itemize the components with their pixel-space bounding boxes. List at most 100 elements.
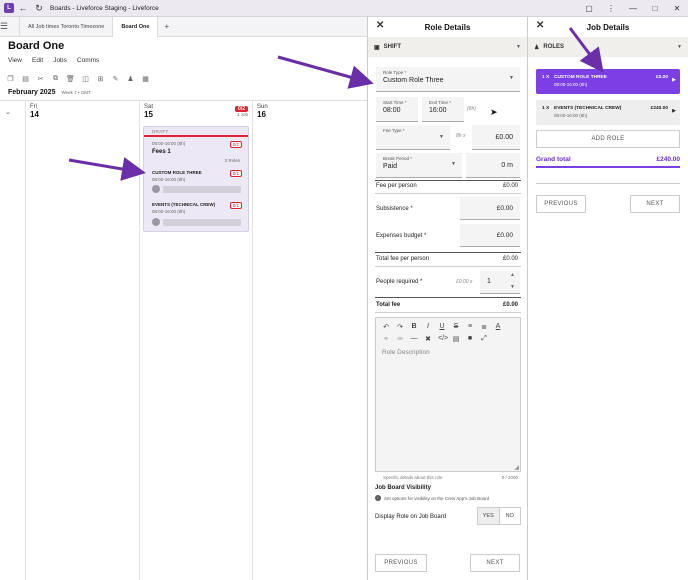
fee-per-person-label: Fee per person: [376, 183, 417, 189]
job-card[interactable]: DRAFT 08:00-16:00 (8h) 0/2 Fees 1 2 Role…: [143, 126, 249, 232]
role-item-events-technical-crew[interactable]: 1 X EVENTS (TECHNICAL CREW) 08:00-16:00 …: [536, 100, 680, 125]
role-item-custom-role-three[interactable]: 1 X CUSTOM ROLE THREE 08:00-16:00 (8h) £…: [536, 69, 680, 94]
break-period-select[interactable]: Break Period * Paid ▼: [376, 153, 462, 178]
role-details-panel: ✕ Role Details ▣ SHIFT ▼ Role Type * Cus…: [367, 17, 528, 580]
redo-icon[interactable]: ↷: [396, 323, 404, 331]
break-minutes-input[interactable]: 0 m: [466, 153, 520, 178]
shift-section[interactable]: ▣ SHIFT ▼: [368, 37, 527, 57]
numbered-list-icon[interactable]: ≣: [480, 323, 488, 331]
role-staffing-badge: 0/1: [229, 202, 242, 209]
menu-comms[interactable]: Comms: [77, 57, 99, 64]
edit-pencil-icon[interactable]: ✎: [111, 75, 120, 83]
month-label[interactable]: February 2025: [8, 89, 55, 96]
chevron-down-icon[interactable]: ⌄: [5, 108, 11, 116]
job-roles-count: 2 Roles: [224, 158, 240, 163]
role-time: 08:00-16:00 (8h): [152, 177, 186, 182]
tab-board-one[interactable]: Board One: [113, 16, 159, 37]
minimize-icon[interactable]: —: [622, 4, 644, 13]
calendar-icon[interactable]: ▦: [141, 75, 150, 83]
status-line: [144, 135, 248, 137]
job-previous-button[interactable]: PREVIOUS: [536, 195, 586, 213]
start-time-field[interactable]: Start Time * 08:00: [376, 97, 418, 122]
reload-icon[interactable]: ↻: [32, 1, 46, 15]
underline-icon[interactable]: U: [438, 323, 446, 331]
yes-button[interactable]: YES: [478, 508, 500, 524]
editor-toolbar-row2: ⚭ ⚮ — ✖ </> ▤ ■ ⤢: [382, 335, 488, 343]
menu-view[interactable]: View: [8, 57, 22, 64]
job-count: 1 Job: [236, 112, 248, 117]
close-icon[interactable]: ✕: [536, 20, 544, 31]
no-button[interactable]: NO: [499, 508, 520, 524]
role-time: 08:00-16:00 (8h): [152, 209, 186, 214]
expenses-input[interactable]: £0.00: [460, 224, 520, 247]
fee-type-select[interactable]: Fee Type * ▼: [376, 125, 450, 150]
maximize-icon[interactable]: □: [644, 4, 666, 13]
video-icon[interactable]: ■: [466, 335, 474, 343]
horizontal-rule-icon[interactable]: —: [410, 335, 418, 343]
previous-button[interactable]: PREVIOUS: [375, 554, 427, 572]
undo-icon[interactable]: ↶: [382, 323, 390, 331]
fullscreen-icon[interactable]: ⤢: [480, 335, 488, 343]
role-time: 08:00-16:00 (8h): [554, 113, 588, 118]
clear-format-icon[interactable]: ✖: [424, 335, 432, 343]
assign-user-icon[interactable]: ♟: [126, 75, 135, 83]
link-icon[interactable]: ⚭: [382, 335, 390, 343]
crew-slot[interactable]: [163, 186, 241, 193]
end-time-field[interactable]: End Time * 16:00: [422, 97, 464, 122]
field-label: Break Period *: [383, 156, 413, 161]
more-options-icon[interactable]: ⋮: [600, 4, 622, 13]
duplicate-icon[interactable]: ⧉: [51, 75, 60, 83]
fee-amount-input[interactable]: £0.00: [472, 125, 520, 150]
duration-label: (8h): [467, 106, 476, 112]
day-column-sun[interactable]: Sun 16: [253, 101, 367, 580]
add-role-button[interactable]: ADD ROLE: [536, 130, 680, 148]
close-icon[interactable]: ✕: [376, 20, 384, 31]
cut-icon[interactable]: ✂: [36, 75, 45, 83]
bold-icon[interactable]: B: [410, 323, 418, 331]
add-tab-icon[interactable]: +: [158, 22, 175, 31]
tab-all-job-times[interactable]: All Job times Toronto Timezone: [20, 16, 114, 37]
calendar-gutter: ⌄: [0, 101, 26, 580]
delete-icon[interactable]: 🗑: [66, 75, 75, 83]
board-toolbar: ❐ ▤ ✂ ⧉ 🗑 ◫ ⊞ ✎ ♟ ▦: [6, 73, 366, 85]
code-icon[interactable]: </>: [438, 335, 448, 343]
description-placeholder: Role Description: [382, 349, 430, 356]
role-title[interactable]: EVENTS (TECHNICAL CREW): [152, 202, 215, 207]
stepper-down-icon[interactable]: ▼: [510, 284, 515, 290]
field-value: £0.00: [495, 134, 513, 141]
expenses-label: Expenses budget *: [376, 233, 427, 239]
unlink-icon[interactable]: ⚮: [396, 335, 404, 343]
role-qty: 1 X: [542, 106, 550, 111]
crew-slot[interactable]: [163, 219, 241, 226]
hamburger-menu-icon[interactable]: ☰: [0, 16, 20, 37]
copy-icon[interactable]: ❐: [6, 75, 15, 83]
next-button[interactable]: NEXT: [470, 554, 520, 572]
paste-icon[interactable]: ▤: [21, 75, 30, 83]
day-column-fri[interactable]: Fri 14: [26, 101, 140, 580]
grid-icon[interactable]: ⊞: [96, 75, 105, 83]
paste-text-icon[interactable]: ▤: [452, 335, 460, 343]
strikethrough-icon[interactable]: S: [452, 323, 460, 331]
editor-toolbar-row1: ↶ ↷ B I U S ≡ ≣ A: [382, 323, 502, 331]
people-required-stepper[interactable]: 1 ▲ ▼: [480, 271, 520, 294]
archive-icon[interactable]: ◫: [81, 75, 90, 83]
role-description-editor[interactable]: ↶ ↷ B I U S ≡ ≣ A ⚭ ⚮ — ✖ </> ▤ ■ ⤢ Role…: [375, 317, 521, 472]
role-type-select[interactable]: Role Type * Custom Role Three ▼: [376, 67, 520, 92]
menu-edit[interactable]: Edit: [32, 57, 43, 64]
field-value: Paid: [383, 163, 398, 170]
roles-section[interactable]: ♟ ROLES ▼: [528, 37, 688, 57]
text-color-icon[interactable]: A: [494, 323, 502, 331]
close-window-icon[interactable]: ✕: [666, 4, 688, 13]
italic-icon[interactable]: I: [424, 323, 432, 331]
resize-handle-icon[interactable]: ◢: [514, 464, 519, 471]
panel-title: Role Details: [424, 22, 471, 32]
bullet-list-icon[interactable]: ≡: [466, 323, 474, 331]
extensions-icon[interactable]: ▢: [578, 4, 600, 13]
back-arrow-icon[interactable]: ←: [16, 1, 30, 15]
field-label: Start Time *: [383, 100, 407, 105]
subsistence-input[interactable]: £0.00: [460, 197, 520, 220]
stepper-up-icon[interactable]: ▲: [510, 272, 515, 278]
job-next-button[interactable]: NEXT: [630, 195, 680, 213]
menu-jobs[interactable]: Jobs: [53, 57, 67, 64]
role-title[interactable]: CUSTOM ROLE THREE: [152, 170, 202, 175]
